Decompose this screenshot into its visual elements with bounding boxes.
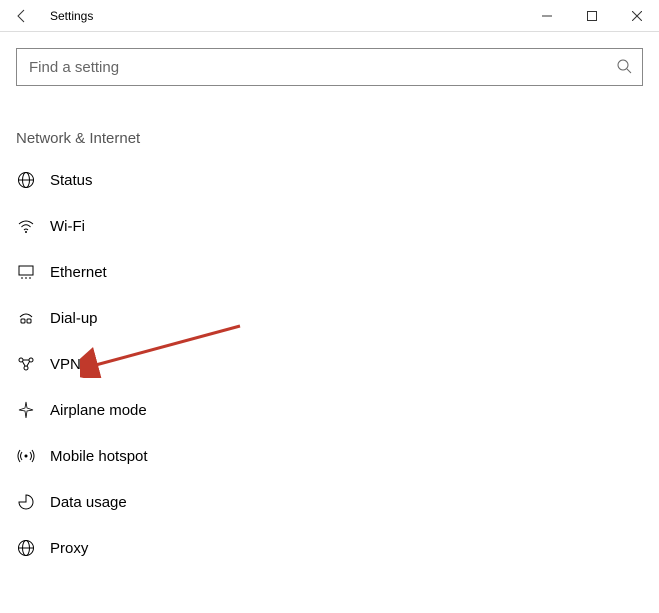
nav-item-ethernet[interactable]: Ethernet (16, 249, 643, 295)
nav-label-wifi: Wi-Fi (50, 218, 85, 235)
search-icon (616, 58, 632, 77)
ethernet-icon (16, 263, 36, 281)
nav-item-hotspot[interactable]: Mobile hotspot (16, 433, 643, 479)
nav-item-airplane[interactable]: Airplane mode (16, 387, 643, 433)
nav-item-dialup[interactable]: Dial-up (16, 295, 643, 341)
proxy-icon (16, 539, 36, 557)
back-arrow-icon (14, 8, 30, 24)
section-title: Network & Internet (16, 130, 643, 147)
close-button[interactable] (614, 0, 659, 32)
nav-item-vpn[interactable]: VPN (16, 341, 643, 387)
nav-label-proxy: Proxy (50, 540, 88, 557)
hotspot-icon (16, 447, 36, 465)
nav-label-dialup: Dial-up (50, 310, 98, 327)
settings-nav: Status Wi-Fi Ethernet Dial-up VPN (16, 157, 643, 571)
nav-label-hotspot: Mobile hotspot (50, 448, 148, 465)
status-icon (16, 171, 36, 189)
close-icon (632, 11, 642, 21)
nav-label-airplane: Airplane mode (50, 402, 147, 419)
title-bar: Settings (0, 0, 659, 32)
nav-label-datausage: Data usage (50, 494, 127, 511)
wifi-icon (16, 217, 36, 235)
datausage-icon (16, 493, 36, 511)
nav-item-wifi[interactable]: Wi-Fi (16, 203, 643, 249)
vpn-icon (16, 355, 36, 373)
window-title: Settings (50, 9, 93, 23)
airplane-icon (16, 401, 36, 419)
nav-label-status: Status (50, 172, 93, 189)
minimize-icon (542, 11, 552, 21)
search-input[interactable] (27, 58, 616, 77)
back-button[interactable] (0, 0, 44, 32)
nav-item-datausage[interactable]: Data usage (16, 479, 643, 525)
minimize-button[interactable] (524, 0, 569, 32)
search-box[interactable] (16, 48, 643, 86)
dialup-icon (16, 309, 36, 327)
nav-item-proxy[interactable]: Proxy (16, 525, 643, 571)
nav-label-ethernet: Ethernet (50, 264, 107, 281)
nav-item-status[interactable]: Status (16, 157, 643, 203)
maximize-icon (587, 11, 597, 21)
maximize-button[interactable] (569, 0, 614, 32)
nav-label-vpn: VPN (50, 356, 81, 373)
